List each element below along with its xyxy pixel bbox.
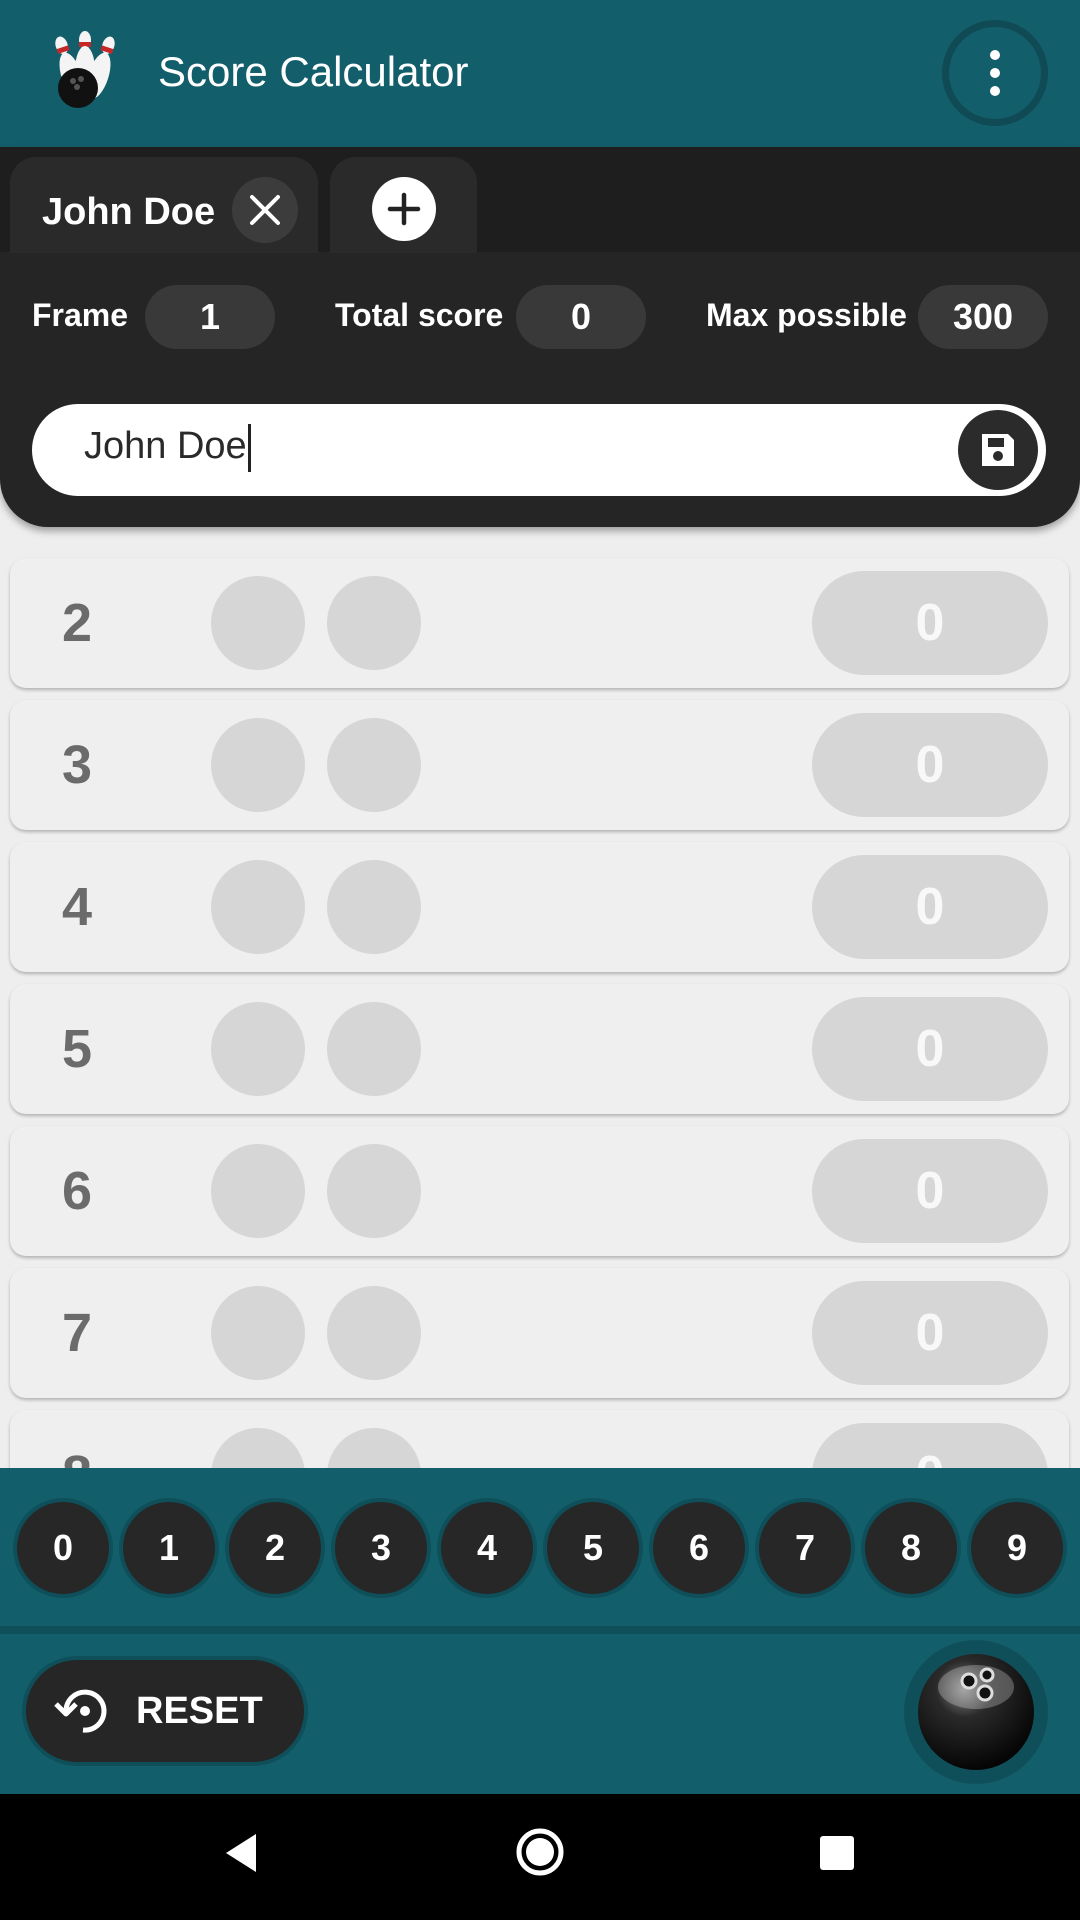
save-icon	[982, 434, 1014, 466]
game-header-panel: John Doe Frame 1 Total score 0 Max possi…	[0, 147, 1080, 527]
recents-icon[interactable]	[820, 1836, 854, 1870]
overflow-menu-button[interactable]	[942, 20, 1048, 126]
reset-label: RESET	[136, 1689, 263, 1732]
frame-number: 7	[62, 1303, 93, 1363]
pin-button-0[interactable]: 0	[13, 1498, 113, 1598]
app-title: Score Calculator	[158, 48, 469, 95]
roll-2-slot	[327, 718, 421, 812]
frame-row[interactable]: 30	[10, 700, 1069, 830]
roll-2-slot	[327, 1144, 421, 1238]
add-player-tab[interactable]	[330, 157, 477, 253]
total-score-label: Total score	[335, 297, 504, 333]
stats-bar: Frame 1 Total score 0 Max possible 300	[0, 285, 1080, 349]
reset-button[interactable]: RESET	[22, 1656, 308, 1766]
max-possible-label: Max possible	[706, 297, 907, 333]
divider	[0, 1626, 1080, 1634]
frame-row[interactable]: 60	[10, 1126, 1069, 1256]
player-name-field[interactable]: John Doe	[32, 404, 1046, 496]
pin-button-5[interactable]: 5	[543, 1498, 643, 1598]
tab-label: John Doe	[42, 191, 216, 233]
pin-button-6[interactable]: 6	[649, 1498, 749, 1598]
player-tabs: John Doe	[0, 147, 1080, 253]
player-name-text: John Doe	[84, 425, 247, 468]
bowling-ball-icon	[918, 1654, 1034, 1770]
frame-number: 3	[62, 735, 93, 795]
frame-score: 0	[812, 713, 1048, 817]
total-score-value: 0	[516, 285, 646, 349]
back-icon[interactable]	[222, 1832, 258, 1874]
restore-icon	[54, 1689, 107, 1733]
frame-number: 6	[62, 1161, 93, 1221]
frame-row[interactable]: 80	[10, 1410, 1069, 1468]
roll-2-slot	[327, 576, 421, 670]
frame-value: 1	[145, 285, 275, 349]
pin-button-9[interactable]: 9	[967, 1498, 1067, 1598]
roll-2-slot	[327, 1428, 421, 1468]
more-vert-icon	[990, 50, 1000, 96]
frame-number: 8	[62, 1444, 132, 1468]
tab-player-john-doe[interactable]: John Doe	[10, 157, 318, 253]
add-player-button[interactable]	[372, 177, 436, 241]
pin-button-7[interactable]: 7	[755, 1498, 855, 1598]
home-icon[interactable]	[515, 1827, 565, 1877]
roll-1-slot	[211, 1286, 305, 1380]
action-bar: RESET	[0, 1634, 1080, 1794]
close-tab-button[interactable]	[232, 177, 298, 243]
max-possible-value: 300	[918, 285, 1048, 349]
frame-number: 2	[62, 593, 93, 653]
frame-row[interactable]: 50	[10, 984, 1069, 1114]
roll-1-slot	[211, 1428, 305, 1468]
frame-score: 0	[812, 997, 1048, 1101]
frame-score: 0	[812, 1281, 1048, 1385]
frame-score: 0	[812, 1139, 1048, 1243]
pin-button-8[interactable]: 8	[861, 1498, 961, 1598]
frame-number: 5	[62, 1019, 93, 1079]
frame-row[interactable]: 70	[10, 1268, 1069, 1398]
system-nav-bar	[0, 1794, 1080, 1920]
frame-score: 0	[812, 855, 1048, 959]
pin-keypad: 0123456789	[0, 1468, 1080, 1626]
roll-2-slot	[327, 860, 421, 954]
frame-row[interactable]: 40	[10, 842, 1069, 972]
close-icon	[250, 195, 280, 225]
frame-score: 0	[812, 1423, 1048, 1468]
bowling-logo-icon	[55, 31, 115, 108]
frame-label: Frame	[32, 297, 129, 333]
roll-2-slot	[327, 1286, 421, 1380]
frame-number: 4	[62, 877, 93, 937]
pin-button-1[interactable]: 1	[119, 1498, 219, 1598]
frames-list[interactable]: 20304050607080	[0, 420, 1080, 1468]
app-bar: Score Calculator	[0, 0, 1080, 147]
frame-row[interactable]: 20	[10, 558, 1069, 688]
pin-button-4[interactable]: 4	[437, 1498, 537, 1598]
roll-1-slot	[211, 718, 305, 812]
roll-2-slot	[327, 1002, 421, 1096]
player-name-input[interactable]: John Doe	[84, 424, 251, 472]
strike-ball-button[interactable]	[904, 1640, 1048, 1784]
add-icon	[387, 192, 421, 226]
roll-1-slot	[211, 1144, 305, 1238]
roll-1-slot	[211, 576, 305, 670]
text-caret	[247, 424, 251, 472]
pin-button-3[interactable]: 3	[331, 1498, 431, 1598]
roll-1-slot	[211, 860, 305, 954]
frame-score: 0	[812, 571, 1048, 675]
pin-button-2[interactable]: 2	[225, 1498, 325, 1598]
roll-1-slot	[211, 1002, 305, 1096]
save-name-button[interactable]	[958, 410, 1038, 490]
